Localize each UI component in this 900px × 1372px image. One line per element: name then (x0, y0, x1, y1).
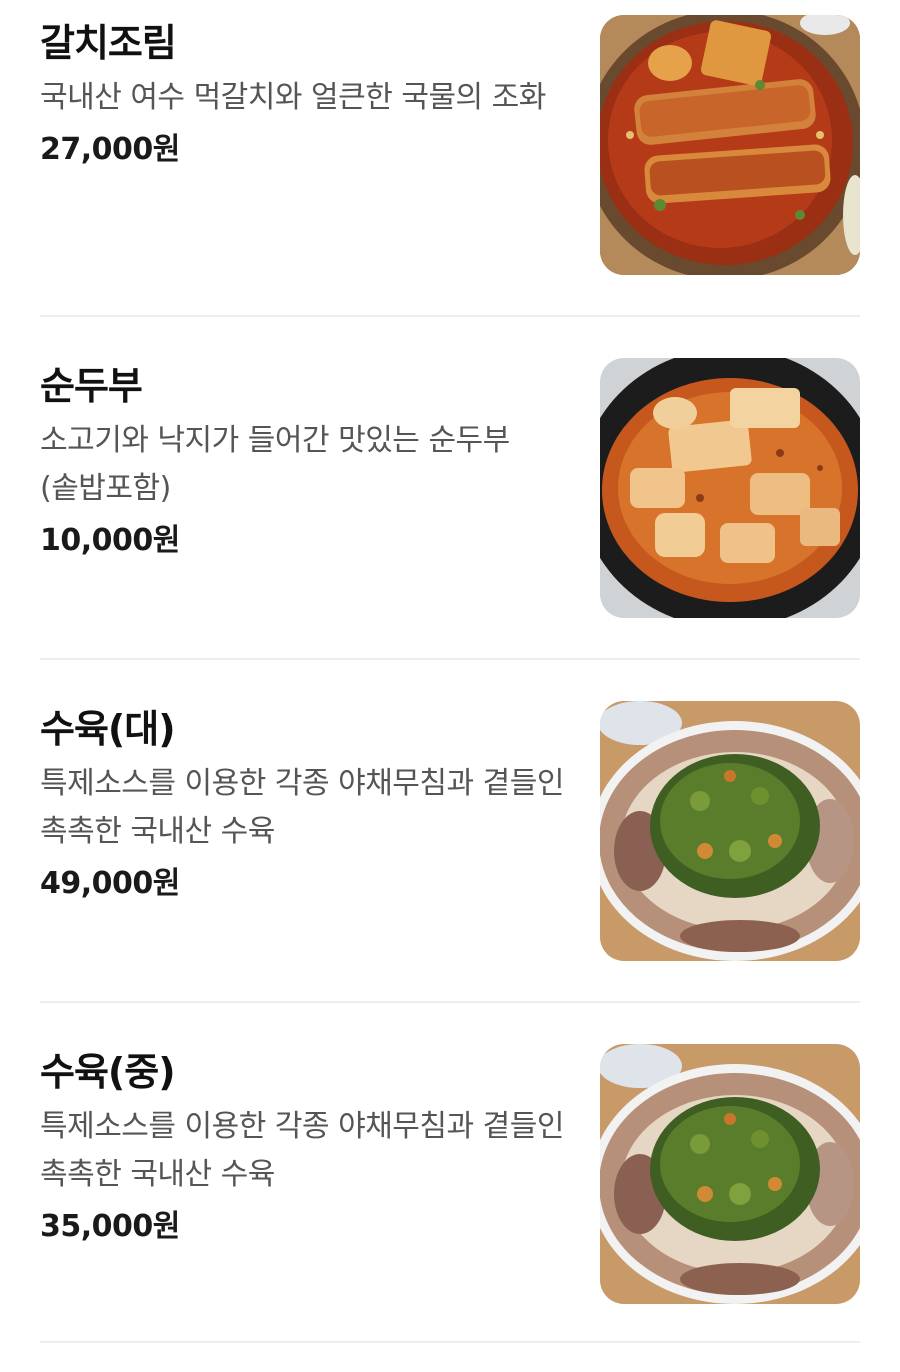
menu-item-price: 35,000원 (40, 1209, 180, 1244)
menu-item-price: 10,000원 (40, 523, 180, 558)
menu-divider (40, 1341, 860, 1343)
menu-divider (40, 315, 860, 317)
boiled-pork-platter-image (600, 701, 860, 961)
soft-tofu-stew-image (600, 358, 860, 618)
menu-item-price: 27,000원 (40, 132, 180, 167)
menu-item-text: 수육(대) 특제소스를 이용한 각종 야채무침과 곁들인 촉촉한 국내산 수육 … (40, 704, 570, 906)
menu-item-suyuk-large[interactable]: 수육(대) 특제소스를 이용한 각종 야채무침과 곁들인 촉촉한 국내산 수육 … (0, 686, 900, 1029)
menu-item-description: 특제소스를 이용한 각종 야채무침과 곁들인 촉촉한 국내산 수육 (40, 766, 564, 849)
menu-divider (40, 1001, 860, 1003)
menu-item-sundubu[interactable]: 순두부 소고기와 낙지가 들어간 맛있는 순두부(솥밥포함) 10,000원 (0, 343, 900, 686)
menu-divider (40, 658, 860, 660)
menu-item-text: 순두부 소고기와 낙지가 들어간 맛있는 순두부(솥밥포함) 10,000원 (40, 361, 570, 563)
menu-item-suyuk-medium[interactable]: 수육(중) 특제소스를 이용한 각종 야채무침과 곁들인 촉촉한 국내산 수육 … (0, 1029, 900, 1372)
menu-item-description: 소고기와 낙지가 들어간 맛있는 순두부(솥밥포함) (40, 423, 510, 506)
boiled-pork-platter-photo[interactable] (600, 1044, 860, 1304)
menu-item-text: 갈치조림 국내산 여수 먹갈치와 얼큰한 국물의 조화 27,000원 (40, 18, 570, 172)
braised-cutlassfish-image (600, 15, 860, 275)
menu-item-name: 갈치조림 (40, 21, 177, 65)
menu-item-galchi-jorim[interactable]: 갈치조림 국내산 여수 먹갈치와 얼큰한 국물의 조화 27,000원 (0, 0, 900, 343)
braised-cutlassfish-photo[interactable] (600, 15, 860, 275)
menu-item-name: 순두부 (40, 364, 143, 408)
menu-item-price: 49,000원 (40, 866, 180, 901)
menu-item-description: 국내산 여수 먹갈치와 얼큰한 국물의 조화 (40, 80, 546, 115)
menu-item-description: 특제소스를 이용한 각종 야채무침과 곁들인 촉촉한 국내산 수육 (40, 1109, 564, 1192)
menu-item-name: 수육(중) (40, 1050, 176, 1094)
soft-tofu-stew-photo[interactable] (600, 358, 860, 618)
boiled-pork-platter-image (600, 1044, 860, 1304)
menu-item-text: 수육(중) 특제소스를 이용한 각종 야채무침과 곁들인 촉촉한 국내산 수육 … (40, 1047, 570, 1249)
boiled-pork-platter-photo[interactable] (600, 701, 860, 961)
menu-item-name: 수육(대) (40, 707, 176, 751)
